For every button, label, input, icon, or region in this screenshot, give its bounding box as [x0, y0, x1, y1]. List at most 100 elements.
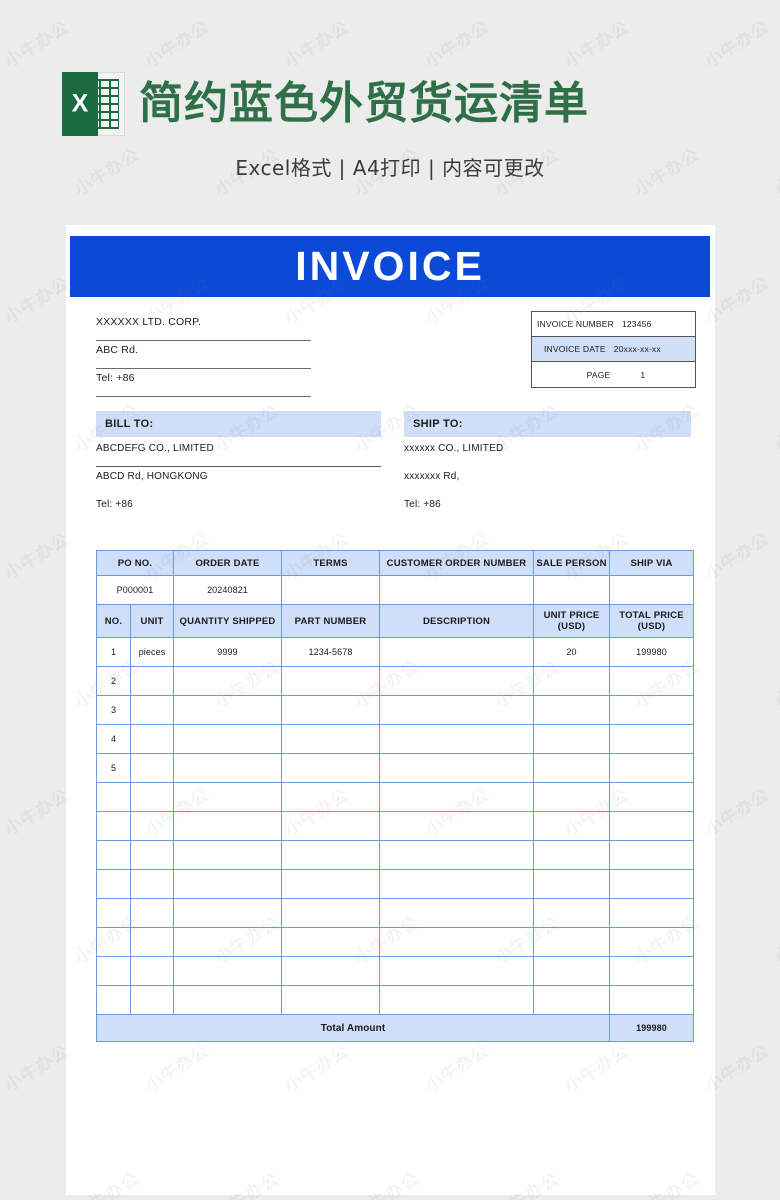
cell-ship-via[interactable]	[609, 575, 694, 605]
cell-no[interactable]	[96, 985, 131, 1015]
cell-description[interactable]	[379, 840, 534, 870]
cell-no[interactable]	[96, 811, 131, 841]
cell-quantity[interactable]	[173, 985, 282, 1015]
cell-total-price[interactable]	[609, 811, 694, 841]
cell-quantity[interactable]	[173, 898, 282, 928]
cell-no[interactable]	[96, 898, 131, 928]
cell-unit-price[interactable]	[533, 724, 610, 754]
cell-unit-price[interactable]	[533, 898, 610, 928]
cell-description[interactable]	[379, 724, 534, 754]
cell-description[interactable]	[379, 637, 534, 667]
table-row	[96, 898, 694, 928]
cell-unit-price[interactable]	[533, 811, 610, 841]
cell-no[interactable]	[96, 927, 131, 957]
cell-quantity[interactable]	[173, 753, 282, 783]
cell-no[interactable]: 5	[96, 753, 131, 783]
cell-unit-price[interactable]	[533, 695, 610, 725]
cell-unit-price[interactable]: 20	[533, 637, 610, 667]
cell-part-number[interactable]	[281, 695, 380, 725]
cell-part-number[interactable]: 1234-5678	[281, 637, 380, 667]
cell-terms[interactable]	[281, 575, 380, 605]
cell-no[interactable]	[96, 956, 131, 986]
cell-unit[interactable]	[130, 666, 174, 696]
cell-description[interactable]	[379, 985, 534, 1015]
cell-part-number[interactable]	[281, 956, 380, 986]
cell-sale-person[interactable]	[533, 575, 610, 605]
cell-description[interactable]	[379, 782, 534, 812]
cell-unit[interactable]	[130, 724, 174, 754]
cell-no[interactable]	[96, 782, 131, 812]
cell-part-number[interactable]	[281, 666, 380, 696]
cell-total-price[interactable]	[609, 898, 694, 928]
cell-unit-price[interactable]	[533, 869, 610, 899]
cell-po-no[interactable]: P000001	[96, 575, 174, 605]
cell-no[interactable]: 3	[96, 695, 131, 725]
cell-unit[interactable]	[130, 869, 174, 899]
cell-quantity[interactable]	[173, 782, 282, 812]
cell-quantity[interactable]	[173, 840, 282, 870]
cell-quantity[interactable]	[173, 724, 282, 754]
cell-total-price[interactable]: 199980	[609, 637, 694, 667]
cell-unit-price[interactable]	[533, 840, 610, 870]
cell-total-price[interactable]	[609, 869, 694, 899]
cell-part-number[interactable]	[281, 898, 380, 928]
cell-no[interactable]	[96, 840, 131, 870]
cell-unit[interactable]	[130, 811, 174, 841]
cell-no[interactable]: 4	[96, 724, 131, 754]
watermark-text: 小牛办公	[0, 401, 3, 456]
cell-no[interactable]	[96, 869, 131, 899]
cell-part-number[interactable]	[281, 724, 380, 754]
cell-unit[interactable]	[130, 985, 174, 1015]
cell-unit[interactable]	[130, 956, 174, 986]
cell-quantity[interactable]	[173, 869, 282, 899]
cell-unit-price[interactable]	[533, 666, 610, 696]
cell-total-price[interactable]	[609, 956, 694, 986]
cell-quantity[interactable]: 9999	[173, 637, 282, 667]
cell-quantity[interactable]	[173, 956, 282, 986]
cell-part-number[interactable]	[281, 869, 380, 899]
cell-unit-price[interactable]	[533, 782, 610, 812]
cell-unit-price[interactable]	[533, 753, 610, 783]
cell-total-price[interactable]	[609, 985, 694, 1015]
cell-unit[interactable]	[130, 840, 174, 870]
cell-order-date[interactable]: 20240821	[173, 575, 282, 605]
cell-total-price[interactable]	[609, 840, 694, 870]
cell-total-price[interactable]	[609, 753, 694, 783]
cell-unit-price[interactable]	[533, 956, 610, 986]
cell-unit[interactable]	[130, 927, 174, 957]
cell-quantity[interactable]	[173, 666, 282, 696]
cell-total-price[interactable]	[609, 695, 694, 725]
cell-no[interactable]: 1	[96, 637, 131, 667]
cell-total-price[interactable]	[609, 782, 694, 812]
cell-unit[interactable]	[130, 782, 174, 812]
cell-unit-price[interactable]	[533, 927, 610, 957]
cell-description[interactable]	[379, 956, 534, 986]
promo-title-row: 简约蓝色外贸货运清单	[62, 72, 589, 136]
cell-quantity[interactable]	[173, 695, 282, 725]
cell-part-number[interactable]	[281, 811, 380, 841]
cell-unit[interactable]	[130, 695, 174, 725]
cell-description[interactable]	[379, 869, 534, 899]
cell-quantity[interactable]	[173, 927, 282, 957]
cell-unit[interactable]	[130, 753, 174, 783]
cell-unit[interactable]	[130, 898, 174, 928]
cell-unit[interactable]: pieces	[130, 637, 174, 667]
cell-part-number[interactable]	[281, 782, 380, 812]
cell-total-price[interactable]	[609, 666, 694, 696]
cell-total-price[interactable]	[609, 724, 694, 754]
cell-unit-price[interactable]	[533, 985, 610, 1015]
cell-description[interactable]	[379, 898, 534, 928]
cell-part-number[interactable]	[281, 840, 380, 870]
cell-total-price[interactable]	[609, 927, 694, 957]
cell-customer-order-number[interactable]	[379, 575, 534, 605]
cell-quantity[interactable]	[173, 811, 282, 841]
cell-description[interactable]	[379, 753, 534, 783]
cell-description[interactable]	[379, 811, 534, 841]
cell-part-number[interactable]	[281, 985, 380, 1015]
cell-description[interactable]	[379, 927, 534, 957]
cell-no[interactable]: 2	[96, 666, 131, 696]
cell-description[interactable]	[379, 695, 534, 725]
cell-part-number[interactable]	[281, 927, 380, 957]
cell-part-number[interactable]	[281, 753, 380, 783]
cell-description[interactable]	[379, 666, 534, 696]
